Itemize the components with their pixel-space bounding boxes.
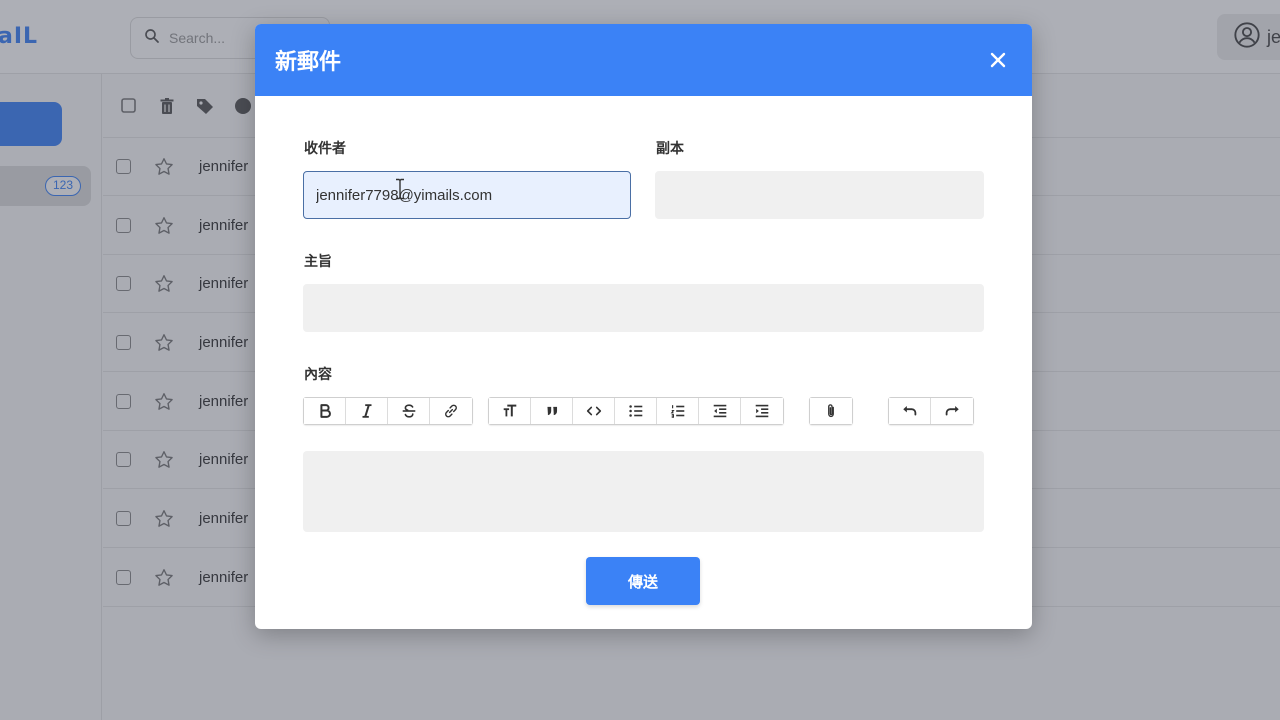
link-icon [445,404,457,418]
format-group [303,397,473,425]
to-field[interactable] [303,171,631,219]
dialog-title: 新郵件 [275,50,342,75]
history-group [888,397,974,425]
numbered-list-icon [670,405,684,418]
strikethrough-icon [402,404,415,418]
code-icon [586,406,601,416]
to-label: 收件者 [304,141,346,157]
text-size-icon [503,404,516,417]
bullet-list-icon [628,405,642,417]
undo-icon [902,406,916,416]
send-button[interactable]: 傳送 [586,557,700,605]
subject-field[interactable] [303,284,984,332]
indent-icon [755,404,769,418]
link-button[interactable] [430,398,472,424]
outdent-icon [713,404,726,418]
dialog-header: 新郵件 [255,24,1032,96]
quote-button[interactable] [531,398,573,424]
undo-button[interactable] [889,398,931,424]
code-button[interactable] [573,398,615,424]
editor-toolbar [303,397,974,425]
bold-button[interactable] [304,398,346,424]
block-group [488,397,784,425]
strikethrough-button[interactable] [388,398,430,424]
attach-group [809,397,853,425]
italic-icon [362,404,371,418]
paperclip-icon [828,404,834,418]
quote-icon [547,406,557,416]
close-button[interactable] [984,46,1012,74]
numbered-list-button[interactable] [657,398,699,424]
heading-button[interactable] [489,398,531,424]
redo-button[interactable] [931,398,973,424]
subject-label: 主旨 [304,254,332,270]
redo-icon [945,406,959,416]
text-cursor-icon [396,178,404,200]
indent-button[interactable] [741,398,783,424]
body-editor[interactable] [303,451,984,532]
close-icon [990,52,1006,68]
outdent-button[interactable] [699,398,741,424]
bold-icon [319,404,331,418]
body-label: 內容 [304,367,332,383]
compose-dialog: 新郵件 收件者 副本 主旨 內容 [255,24,1032,629]
bullet-list-button[interactable] [615,398,657,424]
cc-label: 副本 [656,141,684,157]
attach-button[interactable] [810,398,852,424]
cc-field[interactable] [655,171,984,219]
italic-button[interactable] [346,398,388,424]
